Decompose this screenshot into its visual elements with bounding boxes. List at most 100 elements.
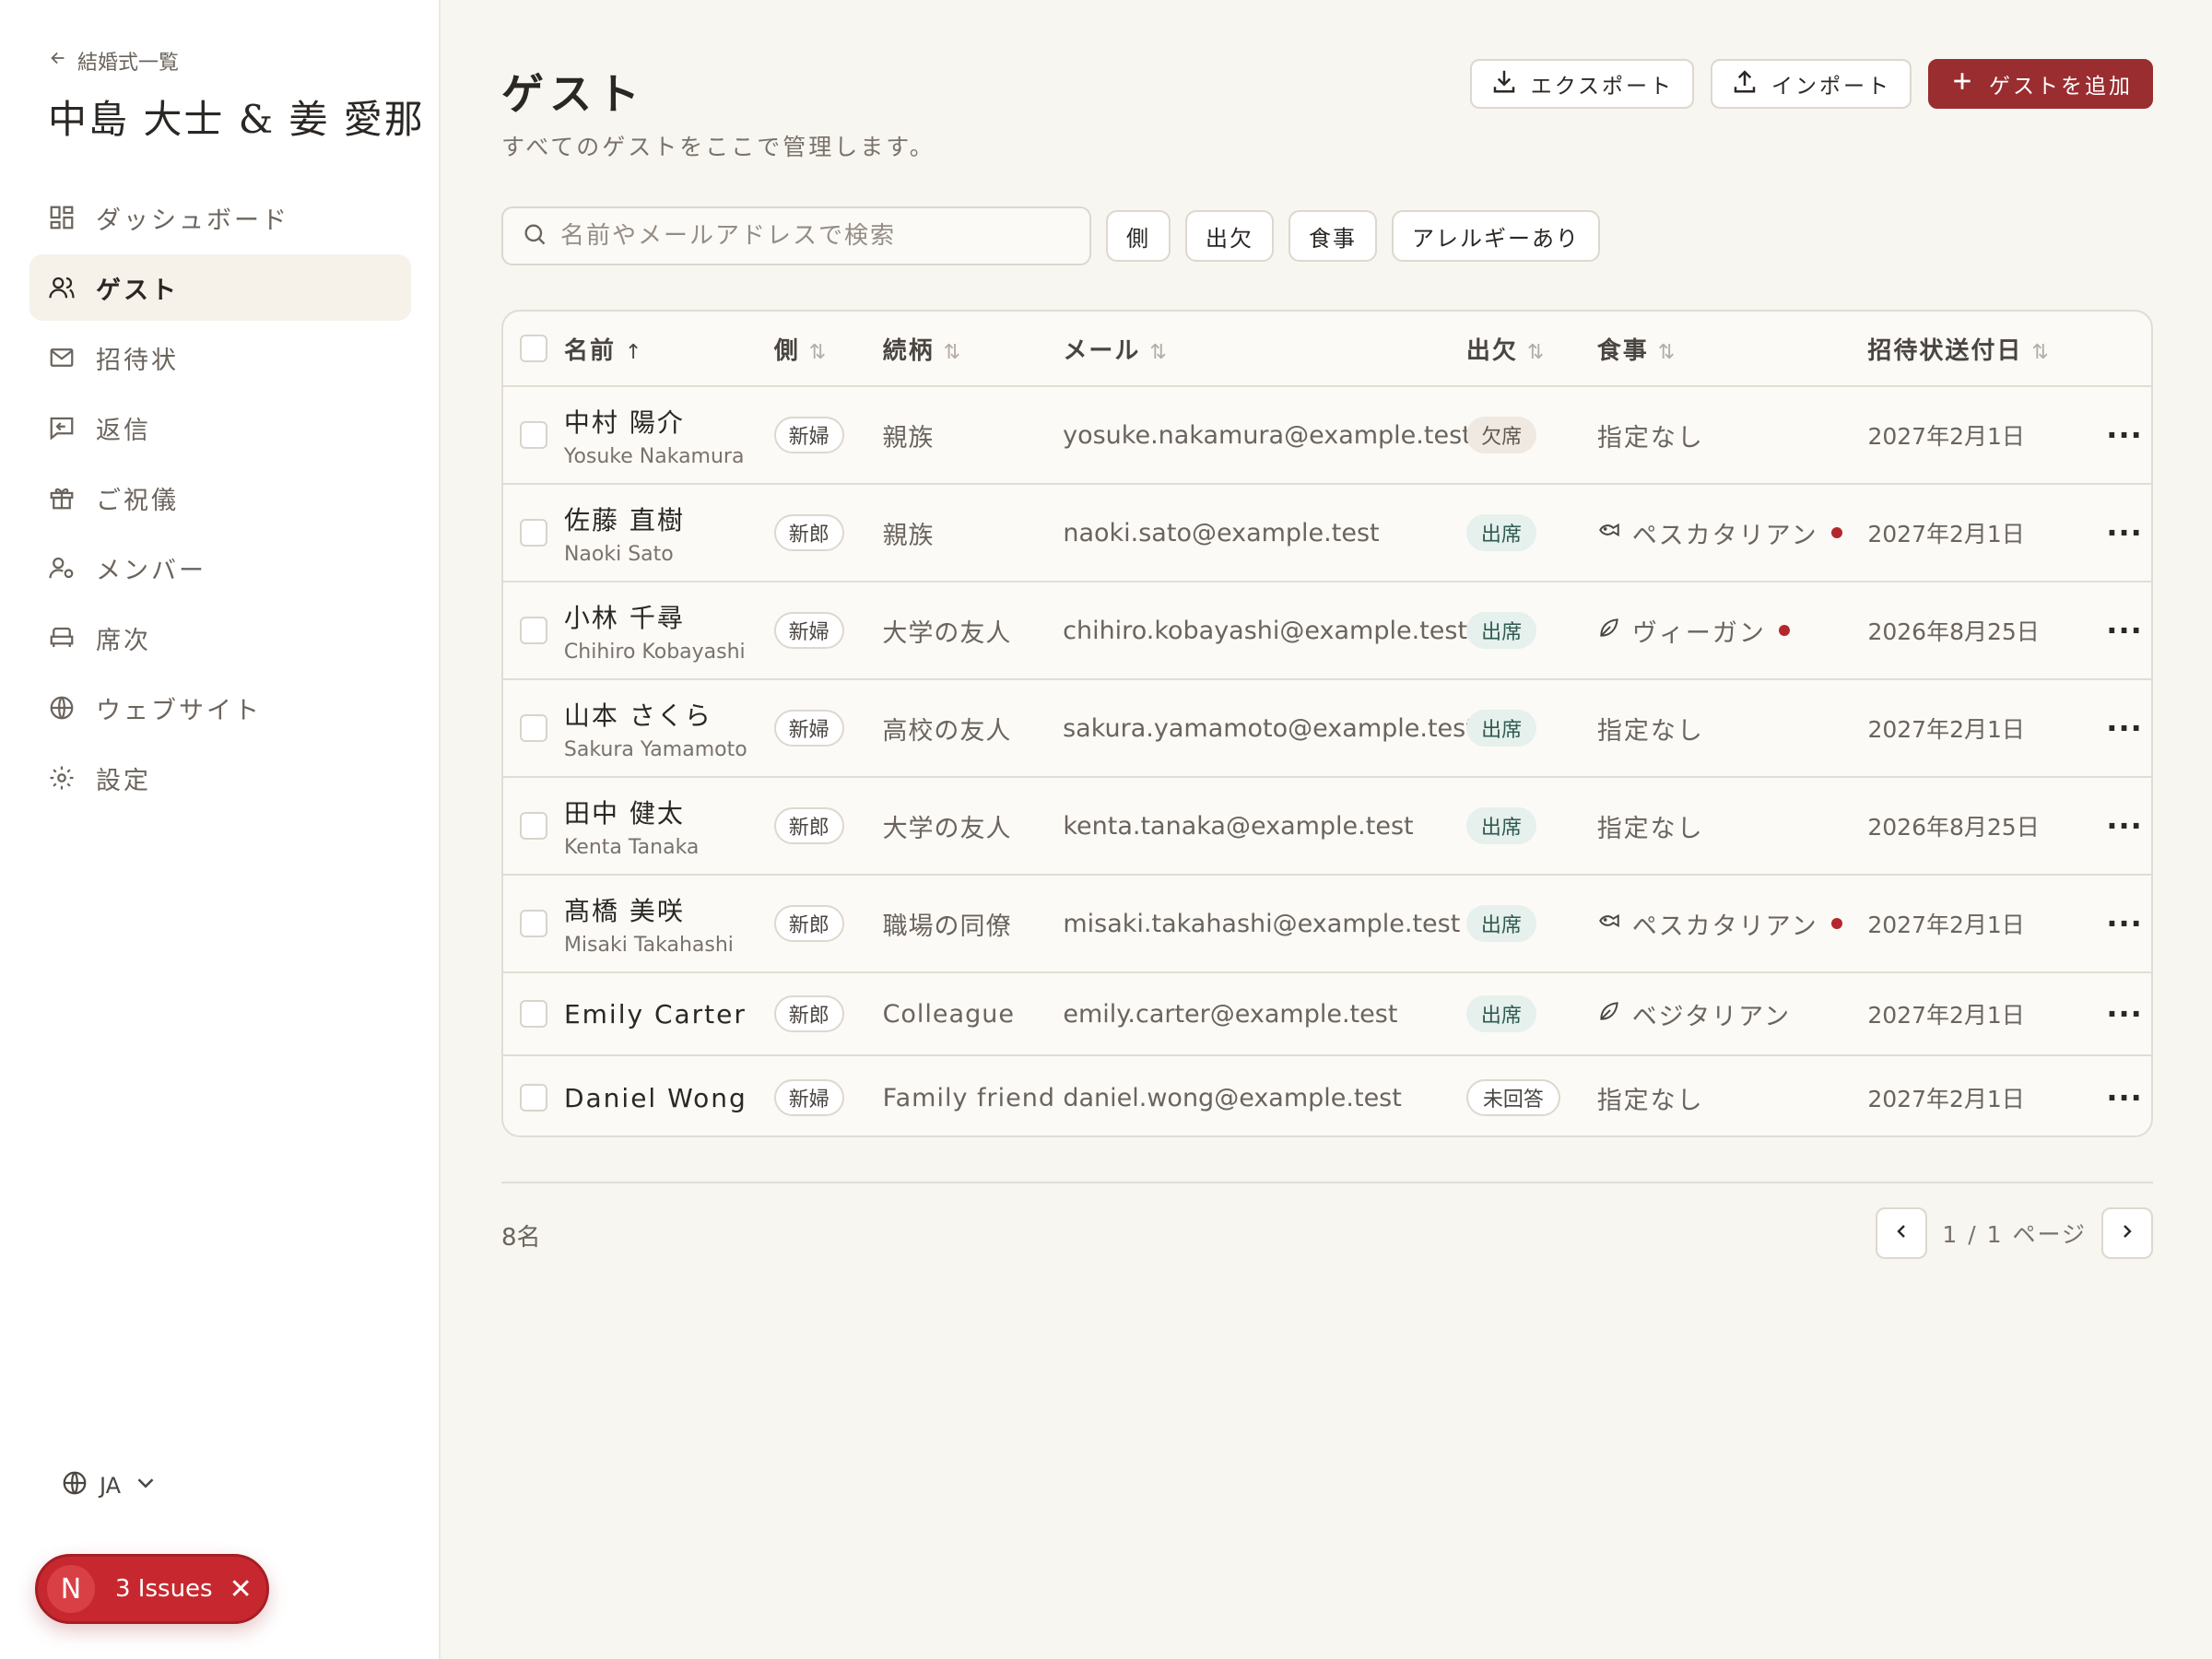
table-row[interactable]: 佐藤 直樹 Naoki Sato 新郎 親族 naoki.sato@example… — [503, 485, 2151, 582]
sidebar-nav: ダッシュボード ゲスト 招待状 返信 ご祝儀 メンバー 席次 ウェブサイト 設定 — [29, 184, 411, 815]
sidebar-item-replies[interactable]: 返信 — [29, 394, 411, 461]
sort-icon: ⇅ — [1526, 340, 1545, 364]
search-icon — [522, 221, 560, 251]
issues-badge[interactable]: N 3 Issues ✕ — [35, 1554, 269, 1624]
email: chihiro.kobayashi@example.test — [1063, 616, 1468, 645]
prev-page-button[interactable] — [1876, 1207, 1928, 1259]
table-row[interactable]: 髙橋 美咲 Misaki Takahashi 新郎 職場の同僚 misaki.ta… — [503, 876, 2151, 973]
allergy-dot — [1830, 918, 1842, 929]
side-badge: 新郎 — [773, 905, 844, 942]
add-guest-button[interactable]: ゲストを追加 — [1928, 59, 2153, 109]
email: misaki.takahashi@example.test — [1063, 909, 1461, 938]
attendance-badge: 出席 — [1465, 905, 1536, 942]
filter-side[interactable]: 側 — [1106, 210, 1171, 262]
row-checkbox[interactable] — [519, 910, 547, 937]
more-options-icon[interactable]: ··· — [2106, 711, 2142, 746]
table-row[interactable]: 山本 さくら Sakura Yamamoto 新婦 高校の友人 sakura.ya… — [503, 680, 2151, 778]
attendance-badge: 出席 — [1465, 807, 1536, 844]
export-button[interactable]: エクスポート — [1469, 59, 1694, 109]
row-checkbox[interactable] — [519, 714, 547, 742]
sort-icon: ⇅ — [943, 340, 961, 364]
column-header-name[interactable]: 名前 ↑ — [564, 332, 641, 366]
sent-date: 2027年2月1日 — [1867, 1086, 2025, 1112]
guest-name: 中村 陽介 — [563, 406, 685, 438]
meal: ペスカタリアン — [1597, 906, 1842, 942]
row-checkbox[interactable] — [519, 1000, 547, 1028]
sort-icon: ⇅ — [2031, 340, 2049, 364]
seat-icon — [48, 624, 76, 652]
fish-icon — [1597, 909, 1632, 939]
more-options-icon[interactable]: ··· — [2106, 808, 2142, 843]
filter-attendance[interactable]: 出欠 — [1185, 210, 1274, 262]
row-checkbox[interactable] — [519, 421, 547, 449]
relationship: 親族 — [882, 521, 935, 550]
column-header-attendance[interactable]: 出欠 ⇅ — [1466, 332, 1544, 366]
sent-date: 2027年2月1日 — [1867, 1002, 2025, 1029]
sort-asc-icon: ↑ — [624, 340, 642, 364]
import-label: インポート — [1771, 75, 1891, 99]
row-checkbox[interactable] — [519, 1084, 547, 1112]
guest-name-roman: Kenta Tanaka — [563, 835, 700, 859]
reply-icon — [48, 414, 76, 441]
table-row[interactable]: Emily Carter 新郎 Colleague emily.carter@e… — [503, 973, 2151, 1056]
more-options-icon[interactable]: ··· — [2106, 996, 2142, 1031]
table-row[interactable]: 中村 陽介 Yosuke Nakamura 新婦 親族 yosuke.nakamu… — [503, 387, 2151, 485]
column-header-sent-date[interactable]: 招待状送付日 ⇅ — [1867, 332, 2048, 366]
guest-name-roman: Sakura Yamamoto — [563, 737, 747, 761]
side-badge: 新婦 — [773, 417, 844, 453]
sidebar-item-gifts[interactable]: ご祝儀 — [29, 465, 411, 531]
sidebar-item-invitations[interactable]: 招待状 — [29, 324, 411, 391]
email: naoki.sato@example.test — [1063, 518, 1380, 547]
sidebar-item-dashboard[interactable]: ダッシュボード — [29, 184, 411, 251]
sidebar-item-seating[interactable]: 席次 — [29, 605, 411, 671]
close-icon[interactable]: ✕ — [229, 1573, 253, 1606]
leaf-icon — [1597, 616, 1632, 646]
upload-icon — [1731, 67, 1771, 100]
search-input[interactable] — [560, 222, 1077, 250]
sidebar-item-guests[interactable]: ゲスト — [29, 254, 411, 321]
column-header-side[interactable]: 側 ⇅ — [774, 332, 826, 366]
sidebar-item-members[interactable]: メンバー — [29, 535, 411, 601]
sort-icon: ⇅ — [1149, 340, 1167, 364]
back-to-weddings-link[interactable]: 結婚式一覧 — [48, 46, 179, 76]
column-header-relationship[interactable]: 続柄 ⇅ — [883, 332, 960, 366]
guest-name: Emily Carter — [563, 998, 747, 1030]
sidebar-item-settings[interactable]: 設定 — [29, 745, 411, 811]
import-button[interactable]: インポート — [1711, 59, 1912, 109]
guest-name-roman: Misaki Takahashi — [563, 933, 734, 957]
table-row[interactable]: 田中 健太 Kenta Tanaka 新郎 大学の友人 kenta.tanaka@… — [503, 778, 2151, 876]
mail-icon — [48, 344, 76, 371]
email: yosuke.nakamura@example.test — [1063, 420, 1472, 450]
more-options-icon[interactable]: ··· — [2106, 1080, 2142, 1115]
more-options-icon[interactable]: ··· — [2106, 906, 2142, 941]
email: kenta.tanaka@example.test — [1063, 811, 1414, 841]
filter-allergy[interactable]: アレルギーあり — [1392, 210, 1600, 262]
row-checkbox[interactable] — [519, 519, 547, 547]
column-header-meal[interactable]: 食事 ⇅ — [1597, 332, 1675, 366]
next-page-button[interactable] — [2101, 1207, 2153, 1259]
pagination: 1 / 1 ページ — [1876, 1207, 2153, 1259]
row-checkbox[interactable] — [519, 812, 547, 840]
table-row[interactable]: Daniel Wong 新婦 Family friend daniel.wong… — [503, 1056, 2151, 1135]
meal: 指定なし — [1596, 814, 1704, 843]
relationship: 高校の友人 — [882, 716, 1012, 746]
row-checkbox[interactable] — [519, 617, 547, 644]
export-label: エクスポート — [1530, 75, 1674, 99]
meal: 指定なし — [1596, 716, 1704, 746]
page-subtitle: すべてのゲストをここで管理します。 — [501, 134, 935, 160]
more-options-icon[interactable]: ··· — [2106, 418, 2142, 453]
meal: 指定なし — [1596, 1086, 1704, 1115]
language-selector[interactable]: JA — [61, 1469, 159, 1502]
more-options-icon[interactable]: ··· — [2106, 515, 2142, 550]
guest-name: 髙橋 美咲 — [563, 895, 685, 926]
users-icon — [48, 274, 76, 301]
select-all-checkbox[interactable] — [519, 335, 547, 362]
column-header-email[interactable]: メール ⇅ — [1063, 332, 1166, 366]
filter-meal[interactable]: 食事 — [1288, 210, 1377, 262]
table-row[interactable]: 小林 千尋 Chihiro Kobayashi 新婦 大学の友人 chihiro.… — [503, 582, 2151, 680]
sidebar-item-website[interactable]: ウェブサイト — [29, 675, 411, 741]
more-options-icon[interactable]: ··· — [2106, 613, 2142, 648]
sort-icon: ⇅ — [1657, 340, 1676, 364]
main-content: ゲスト すべてのゲストをここで管理します。 エクスポート インポート ゲストを追… — [501, 0, 2153, 1659]
guest-count: 8名 — [501, 1224, 541, 1252]
